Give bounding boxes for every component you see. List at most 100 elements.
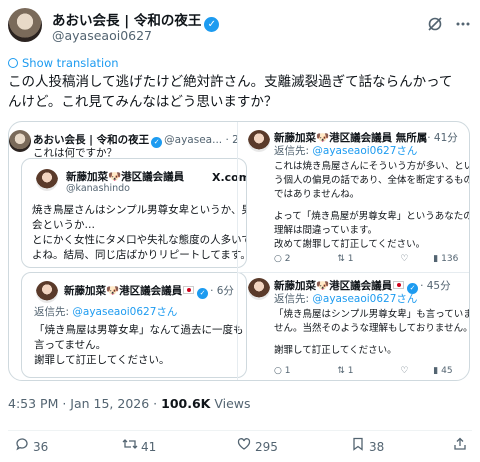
- reply-to: 返信先: @ayaseaoi0627さん: [274, 144, 417, 159]
- reply-text-line: 謝罪して訂正してください。: [34, 354, 170, 366]
- post-time: · 41分: [427, 132, 458, 144]
- quote-text-line: とにかく女性にタメ口や失礼な態度の人多いです: [32, 234, 247, 246]
- post-handle-time: @ayasea... · 2分: [164, 134, 237, 146]
- reply-card: 新藤加菜🐶港区議会議員 ✓ · 6分 返信先: @ayaseaoi0627さん 「焼…: [21, 272, 247, 378]
- action-bar: 36 41 295 38: [8, 430, 472, 454]
- avatar[interactable]: [8, 8, 42, 42]
- share-icon: [452, 437, 468, 455]
- post-text-line: せん。当然そのような理解もしておりません。: [274, 323, 470, 334]
- avatar: [36, 169, 58, 191]
- reply-author: 新藤加菜🐶港区議会議員 ✓ · 6分: [64, 283, 246, 299]
- reply-count-value: 2: [284, 254, 291, 264]
- reply-author-name: 新藤加菜🐶港区議会議員: [64, 285, 183, 297]
- quote-text-line: 会というか…: [32, 219, 95, 231]
- reply-text-line: 「焼き鳥屋は男尊女卑」なんて過去に一度も: [34, 324, 244, 336]
- bookmark-count-value: 38: [369, 440, 385, 454]
- tweet-text-line: この人投稿消して逃げたけど絶対許さん。支離滅裂過ぎて話ならんかって: [8, 74, 453, 90]
- avatar: [36, 281, 58, 303]
- quote-author-name: 新藤加菜🐶港区議会議員: [66, 171, 185, 183]
- like-icon: ♡: [400, 254, 409, 264]
- reply-icon: [14, 437, 30, 455]
- reply-count-value: 1: [284, 366, 291, 376]
- tweet-text-line: んけど。これ見てみんなはどう思いますか？: [8, 94, 278, 110]
- repost-count: ⇅ 1: [337, 366, 354, 376]
- like-icon: ♡: [400, 366, 409, 376]
- post-time: · 45分: [420, 280, 451, 292]
- view-count: ▮ 45: [433, 366, 453, 376]
- quote-text: 焼き鳥屋さんはシンプル男尊女卑というか、男社 会というか… とにかく女性にタメ口…: [32, 203, 247, 263]
- repost-count-value: 41: [141, 440, 157, 454]
- repost-button[interactable]: 41: [122, 437, 156, 455]
- verified-badge-icon: ✓: [204, 17, 220, 32]
- repost-count-value: 1: [347, 366, 354, 376]
- reply-text-line: 言ってません。: [34, 339, 107, 351]
- post-text-line: 「焼き鳥屋はシンプル男尊女卑」も言っていま: [274, 309, 470, 320]
- bookmark-icon: [350, 437, 366, 455]
- show-translation-link[interactable]: Show translation: [8, 56, 119, 70]
- like-button[interactable]: 295: [236, 437, 278, 455]
- user-name-text[interactable]: あおい会長 | 令和の夜王: [52, 13, 201, 29]
- repost-count: ⇅ 1: [337, 254, 354, 264]
- globe-icon: [8, 58, 18, 68]
- post-text-line: ではありませんね。: [274, 189, 360, 200]
- post-text: 「焼き鳥屋はシンプル男尊女卑」も言っていま せん。当然そのような理解もしておりま…: [274, 308, 470, 358]
- japan-flag-icon: [393, 281, 405, 289]
- reply-to: 返信先: @ayaseaoi0627さん: [274, 292, 417, 307]
- reply-to: 返信先: @ayaseaoi0627さん: [34, 305, 177, 320]
- attached-image[interactable]: あおい会長 | 令和の夜王✓@ayasea... · 2分 これは何ですか？ 新…: [8, 121, 470, 381]
- view-count-value: 136: [441, 254, 459, 264]
- post-text-line: これは焼き鳥屋さんにそういう方が多い、とい: [274, 161, 470, 172]
- more-icon[interactable]: [454, 16, 472, 34]
- verified-badge-icon: ✓: [151, 137, 163, 148]
- post-actions: ○ 2 ⇅ 1 ♡ ▮ 136: [274, 254, 469, 264]
- reply-to-label: 返信先:: [34, 306, 73, 318]
- reply-to-label: 返信先:: [274, 145, 313, 157]
- grok-icon[interactable]: [426, 16, 444, 34]
- reply-to-label: 返信先:: [274, 293, 313, 305]
- post-text-line: よって「焼き鳥屋が男尊女卑」というあなたの: [274, 211, 470, 222]
- post-text-line: 改めて謝罪して訂正してください。: [274, 239, 426, 250]
- reply-time: · 6分: [210, 285, 234, 297]
- reply-text: 「焼き鳥屋は男尊女卑」なんて過去に一度も 言ってません。 謝罪して訂正してくださ…: [34, 323, 243, 368]
- like-count-value: 295: [255, 440, 278, 454]
- bookmark-button[interactable]: 38: [350, 437, 384, 455]
- post-author-name: 新藤加菜🐶港区議会議員 無所属: [274, 132, 428, 144]
- quote-author-handle: @kanashindo: [66, 183, 130, 194]
- avatar: [248, 278, 270, 300]
- post-author-name: 新藤加菜🐶港区議会議員: [274, 280, 393, 292]
- tweet-text: この人投稿消して逃げたけど絶対許さん。支離滅裂過ぎて話ならんかって んけど。これ…: [8, 72, 470, 112]
- reply-button[interactable]: 36: [14, 437, 48, 455]
- show-translation-label[interactable]: Show translation: [22, 56, 119, 70]
- user-handle[interactable]: @ayaseaoi0627: [52, 28, 152, 43]
- quote-card: 新藤加菜🐶港区議会議員 @kanashindo X.com 焼き鳥屋さんはシンプ…: [21, 158, 247, 268]
- image-left-panel: あおい会長 | 令和の夜王✓@ayasea... · 2分 これは何ですか？ 新…: [9, 122, 247, 380]
- post-actions: ○ 1 ⇅ 1 ♡ ▮ 45: [274, 366, 469, 376]
- tweet-timestamp[interactable]: 4:53 PM · Jan 15, 2026 ·: [8, 396, 161, 411]
- views-label: Views: [210, 396, 251, 411]
- reply-to-handle: @ayaseaoi0627さん: [312, 145, 418, 157]
- post-author: 新藤加菜🐶港区議会議員 無所属· 41分: [274, 130, 469, 145]
- repost-icon: [122, 437, 138, 455]
- heart-icon: [236, 437, 252, 455]
- avatar: [9, 130, 31, 152]
- tweet-meta: 4:53 PM · Jan 15, 2026 · 100.6K Views: [8, 396, 251, 411]
- quote-text-line: よね。結局、同じ店ばかりリピートしてます。: [32, 249, 247, 261]
- share-button[interactable]: [452, 437, 471, 455]
- reply-count: ○ 2: [274, 254, 291, 264]
- reply-to-handle: @ayaseaoi0627さん: [312, 293, 418, 305]
- post-author-name: あおい会長 | 令和の夜王: [33, 134, 150, 146]
- repost-count-value: 1: [347, 254, 354, 264]
- divider: [238, 272, 469, 273]
- post-text-line: 謝罪して訂正してください。: [274, 345, 397, 356]
- image-right-panel: 新藤加菜🐶港区議会議員 無所属· 41分 返信先: @ayaseaoi0627さ…: [237, 122, 470, 380]
- post-text: これは焼き鳥屋さんにそういう方が多い、とい う個人の偏見の話であり、全体を断定す…: [274, 160, 470, 252]
- japan-flag-icon: [183, 286, 195, 294]
- post-text-line: う個人の偏見の話であり、全体を断定するもの: [274, 175, 470, 186]
- quote-text-line: 焼き鳥屋さんはシンプル男尊女卑というか、男社: [32, 204, 247, 216]
- view-count-value: 45: [441, 366, 453, 376]
- post-text-line: 理解は間違っています。: [274, 225, 378, 236]
- reply-count-value: 36: [33, 440, 49, 454]
- avatar: [248, 130, 270, 152]
- views-count: 100.6K: [161, 396, 211, 411]
- tweet-header: あおい会長 | 令和の夜王 ✓ @ayaseaoi0627: [8, 6, 472, 46]
